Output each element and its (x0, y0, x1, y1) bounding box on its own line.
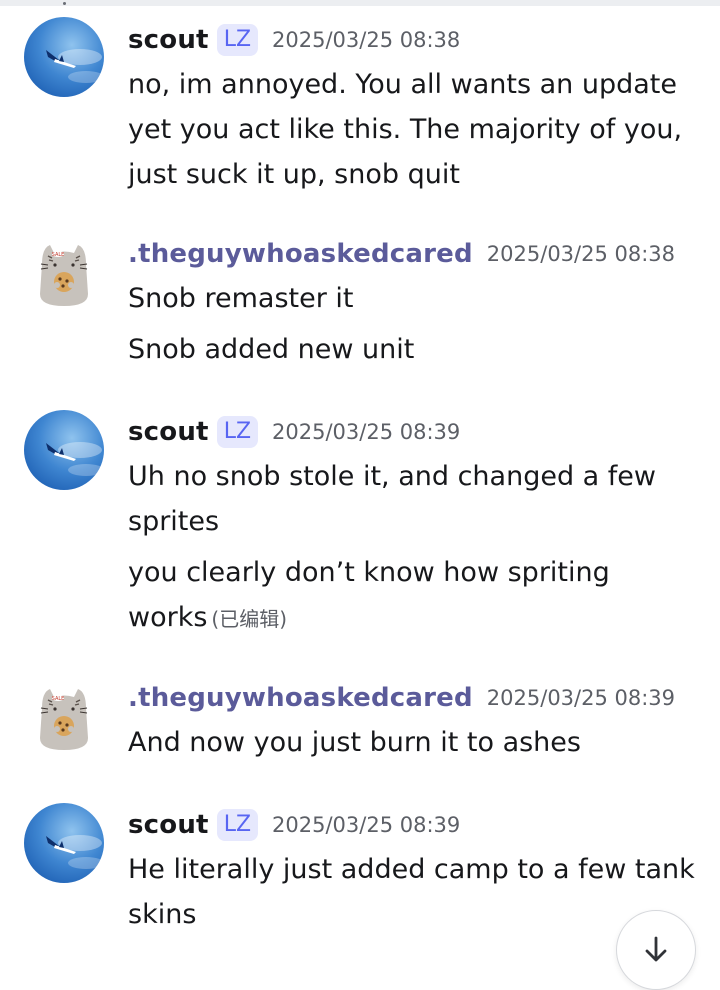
message-header: scout LZ 2025/03/25 08:39 (128, 410, 704, 454)
timestamp: 2025/03/25 08:38 (272, 28, 461, 52)
jump-to-bottom-button[interactable] (616, 910, 696, 990)
avatar[interactable] (24, 232, 104, 312)
username[interactable]: .theguywhoaskedcared (128, 683, 473, 713)
user-tag-badge[interactable]: LZ (216, 24, 259, 56)
pusheen-cat-icon (24, 676, 104, 756)
message-header: .theguywhoaskedcared 2025/03/25 08:39 (128, 676, 704, 720)
blue-sky-plane-icon (24, 17, 104, 97)
message-text: skins (128, 899, 197, 930)
divider-dot (63, 2, 66, 5)
message-text: just suck it up, snob quit (128, 159, 460, 190)
pusheen-cat-icon (24, 232, 104, 312)
username[interactable]: scout (128, 417, 209, 447)
message-text: sprites (128, 506, 220, 537)
timestamp: 2025/03/25 08:39 (272, 420, 461, 444)
message-text: Snob remaster it (128, 283, 354, 314)
message-text: yet you act like this. The majority of y… (128, 114, 683, 145)
avatar[interactable] (24, 803, 104, 883)
message-text: He literally just added camp to a few ta… (128, 854, 695, 885)
username[interactable]: scout (128, 25, 209, 55)
user-tag-badge[interactable]: LZ (216, 416, 259, 448)
avatar[interactable] (24, 17, 104, 97)
blue-sky-plane-icon (24, 803, 104, 883)
message-text: works (128, 602, 208, 633)
message-text: Snob added new unit (128, 334, 415, 365)
message-text: And now you just burn it to ashes (128, 727, 581, 758)
message-header: scout LZ 2025/03/25 08:38 (128, 18, 704, 62)
timestamp: 2025/03/25 08:38 (486, 242, 676, 266)
timestamp: 2025/03/25 08:39 (486, 686, 676, 710)
user-tag-badge[interactable]: LZ (216, 809, 259, 841)
arrow-down-icon (645, 936, 667, 962)
username[interactable]: scout (128, 810, 209, 840)
message-text-last: works (已编辑) (128, 595, 704, 642)
message-header: scout LZ 2025/03/25 08:39 (128, 803, 704, 847)
message-text: Uh no snob stole it, and changed a few (128, 461, 657, 492)
username[interactable]: .theguywhoaskedcared (128, 239, 473, 269)
timestamp: 2025/03/25 08:39 (272, 813, 461, 837)
blue-sky-plane-icon (24, 410, 104, 490)
message-text: no, im annoyed. You all wants an update (128, 69, 677, 100)
message-header: .theguywhoaskedcared 2025/03/25 08:38 (128, 232, 704, 276)
edited-label: (已编辑) (211, 607, 288, 631)
avatar[interactable] (24, 410, 104, 490)
avatar[interactable] (24, 676, 104, 756)
message-text: you clearly don’t know how spriting (128, 557, 610, 588)
top-divider (0, 0, 720, 6)
